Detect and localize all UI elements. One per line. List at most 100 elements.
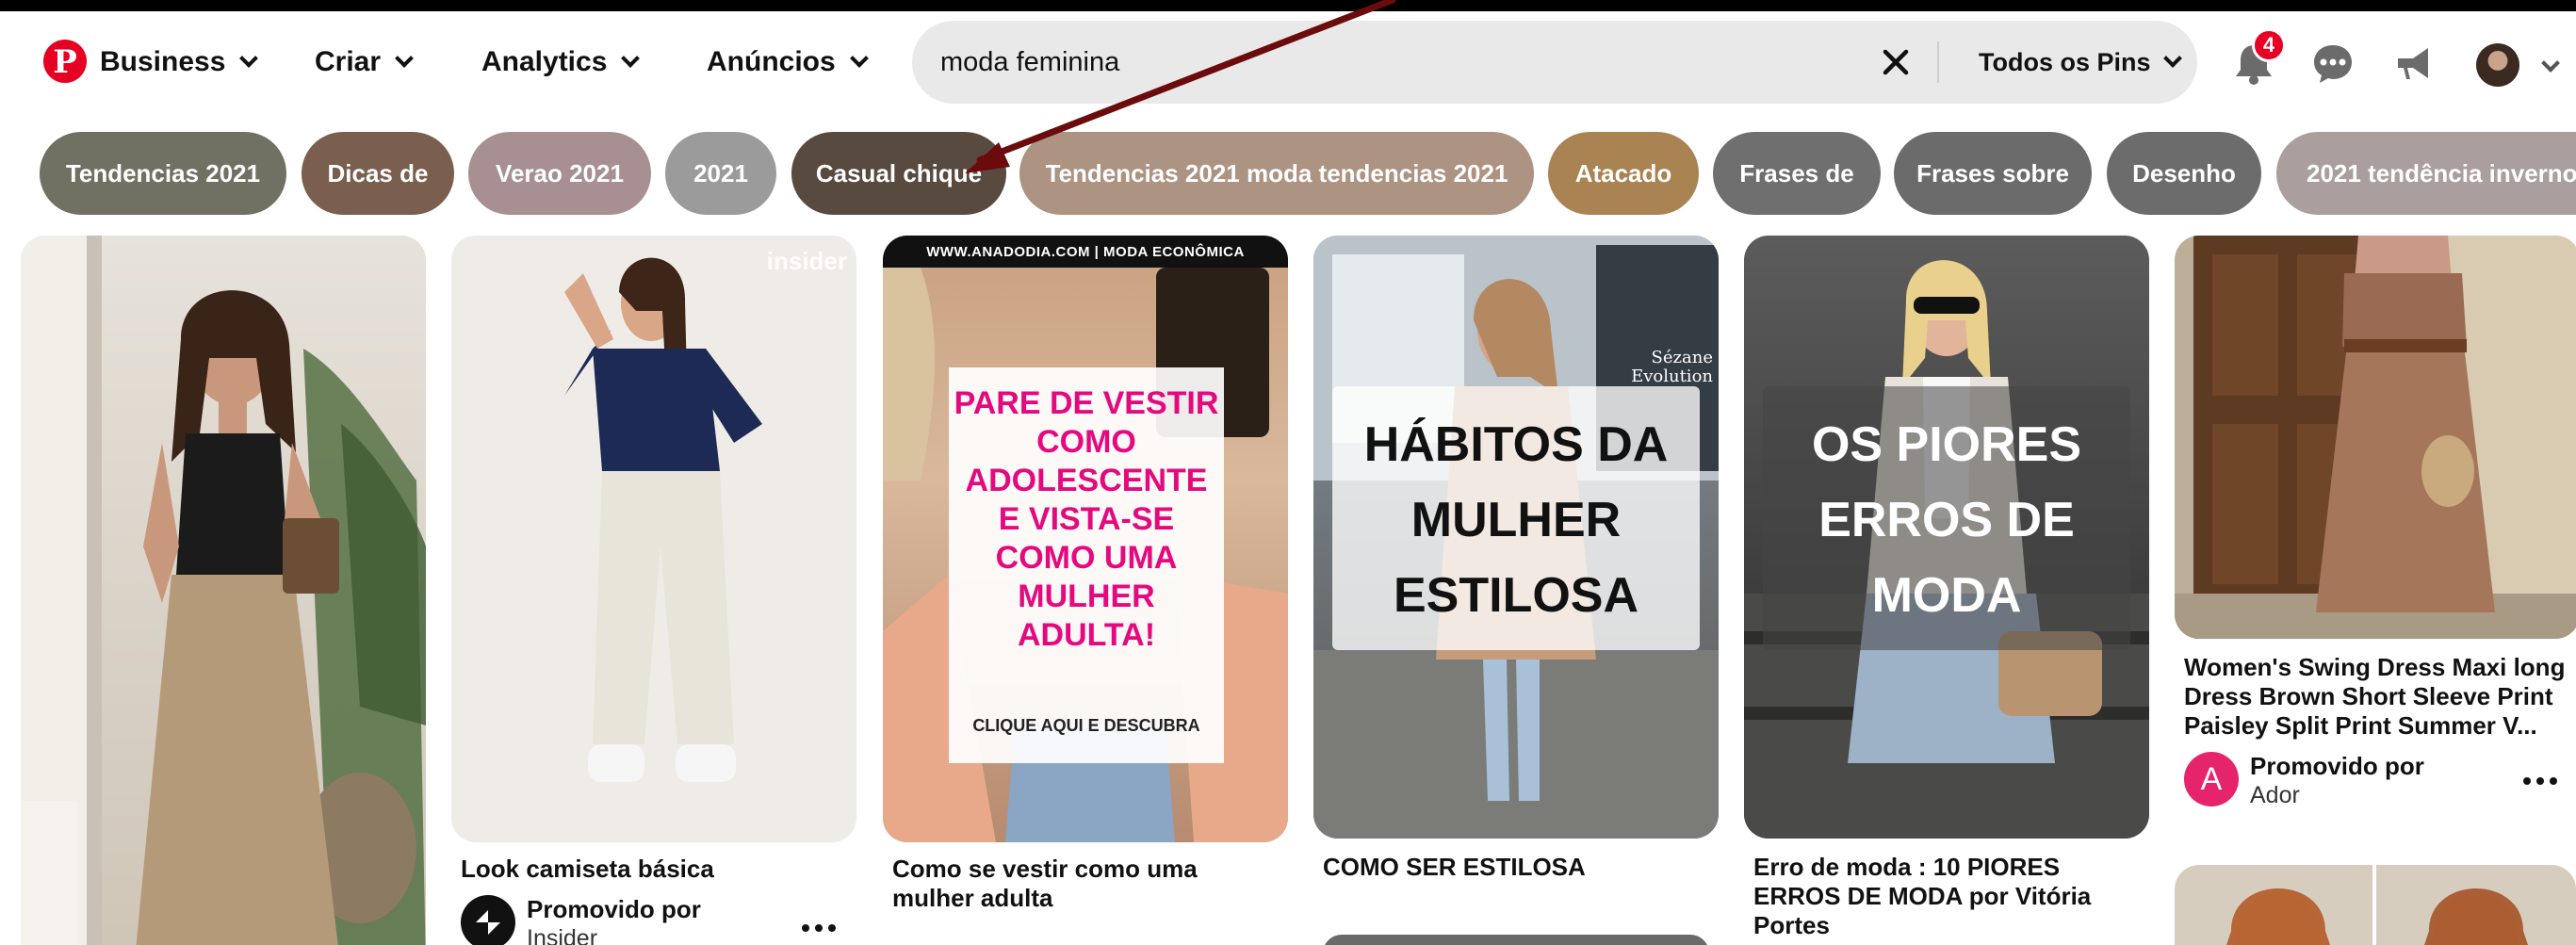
chip-tendencias-2021-moda[interactable]: Tendencias 2021 moda tendencias 2021 [1019,132,1534,215]
chat-bubble-icon [2314,45,2352,83]
pin-filter-label: Todos os Pins [1979,47,2151,76]
chip-desenho[interactable]: Desenho [2107,132,2261,215]
search-divider [1937,41,1939,83]
pin-image[interactable]: Sézane Evolution HÁBITOS DA MULHER ESTIL… [1313,236,1719,839]
nav-business-menu[interactable]: Business [100,38,259,87]
more-options-icon[interactable] [2523,775,2557,787]
advertiser-name: Ador [2250,782,2300,808]
chevron-down-icon [2162,49,2182,68]
insider-watermark: insider [766,247,847,275]
overlay-cta: CLIQUE AQUI E DESCUBRA [972,716,1200,735]
nav-criar-menu[interactable]: Criar [315,38,414,87]
overlay-line: E VISTA-SE [998,501,1175,537]
pin-card[interactable]: insider Look camiseta básica Promovido p… [451,236,856,945]
woman-wide-leg-trousers-photo [21,236,426,945]
notification-count-badge: 4 [2252,28,2286,62]
clear-search-button[interactable] [1873,40,1918,85]
chip-atacado[interactable]: Atacado [1548,132,1699,215]
nav-business-label: Business [100,46,226,77]
chip-label: Dicas de [327,158,429,187]
chip-label: Tendencias 2021 moda tendencias 2021 [1045,158,1508,187]
pin-image[interactable]: WWW.ANADODIA.COM | MODA ECONÔMICA PARE D… [883,236,1288,842]
woman-maxi-dress-photo [2175,236,2576,639]
chip-label: Desenho [2132,158,2236,187]
advertiser-name: Insider [527,925,598,945]
accounts-chevron-down-icon[interactable] [2541,54,2560,73]
pin-title[interactable]: Look camiseta básica [461,855,847,884]
overlay-line: MULHER [1410,493,1622,547]
search-input[interactable] [940,21,1788,104]
overlay-line: MULHER [1018,578,1155,614]
promoted-by-row[interactable]: A Promovido por Ador [2184,752,2424,810]
insider-logo-icon [476,910,500,935]
profile-avatar[interactable] [2476,43,2519,87]
overlay-line: COMO UMA [995,540,1178,576]
chip-label: Casual chique [815,158,983,187]
chip-verao-2021[interactable]: Verao 2021 [468,132,651,215]
chip-tendencias-2021[interactable]: Tendencias 2021 [40,132,286,215]
next-pin-preview[interactable] [2175,865,2576,945]
insider-avatar [461,895,515,945]
messages-button[interactable] [2308,40,2357,89]
promoted-by-label: Promovido por [527,895,701,923]
top-navigation-bar: P Business Criar Analytics Anúncios Todo… [0,11,2576,117]
chip-2021[interactable]: 2021 [665,132,776,215]
chip-2021-tendencia-inverno[interactable]: 2021 tendência inverno [2276,132,2576,215]
chip-label: Verao 2021 [496,158,624,187]
pin-card[interactable] [21,236,426,945]
woman-navy-tshirt-photo [564,257,762,782]
nav-analytics-menu[interactable]: Analytics [481,38,641,87]
related-searches-bar: Tendencias 2021 Dicas de Verao 2021 2021… [0,132,2576,217]
text-overlay-card: PARE DE VESTIR COMO ADOLESCENTE E VISTA-… [949,367,1224,763]
overlay-line: COMO [1036,424,1136,460]
chevron-down-icon [849,49,869,68]
overlay-line: ADULTA! [1017,617,1156,653]
chip-label: Atacado [1574,158,1672,187]
overlay-line: HÁBITOS DA [1363,417,1669,472]
nav-anuncios-menu[interactable]: Anúncios [707,38,869,87]
chevron-down-icon [395,49,414,68]
overlay-line: MODA [1871,568,2022,623]
chevron-down-icon [621,49,641,68]
nav-criar-label: Criar [315,46,382,77]
promoted-by-row[interactable]: Promovido por Insider [461,895,701,945]
pin-card[interactable]: OS PIORES ERROS DE MODA Erro de moda : 1… [1744,236,2149,945]
pin-image[interactable]: OS PIORES ERROS DE MODA [1744,236,2149,839]
chip-label: Frases sobre [1916,158,2069,187]
chip-dicas-de[interactable]: Dicas de [302,132,454,215]
megaphone-icon [2398,48,2428,79]
nav-analytics-label: Analytics [481,46,608,77]
pin-title[interactable]: Como se vestir como uma mulher adulta [892,855,1279,913]
two-women-photo [2175,865,2576,945]
pin-filter-dropdown[interactable]: Todos os Pins [1979,21,2182,104]
pinterest-logo[interactable]: P [43,40,87,83]
pin-image[interactable] [2175,236,2576,639]
chip-label: 2021 tendência inverno [2307,158,2576,187]
text-overlay-card: HÁBITOS DA MULHER ESTILOSA [1332,386,1700,650]
chip-frases-de[interactable]: Frases de [1713,132,1881,215]
pin-card[interactable]: Sézane Evolution HÁBITOS DA MULHER ESTIL… [1313,236,1719,945]
updates-button[interactable] [2389,40,2438,89]
pin-card[interactable]: Women's Swing Dress Maxi long Dress Brow… [2175,236,2576,945]
overlay-line: OS PIORES [1811,417,2082,472]
overlay-line: ERROS DE [1818,493,2075,547]
pin-title[interactable]: Women's Swing Dress Maxi long Dress Brow… [2184,653,2576,741]
next-pin-preview[interactable] [1323,935,1709,945]
pin-image[interactable] [21,236,426,945]
pin-image[interactable]: insider [451,236,856,842]
overlay-headline: PARE DE VESTIR COMO ADOLESCENTE E VISTA-… [949,384,1224,655]
more-options-icon[interactable] [802,922,836,934]
pin-title[interactable]: Erro de moda : 10 PIORES ERROS DE MODA p… [1753,853,2140,940]
chip-label: Tendencias 2021 [65,158,261,187]
chip-frases-sobre[interactable]: Frases sobre [1894,132,2092,215]
close-icon [1883,49,1909,75]
pin-title[interactable]: COMO SER ESTILOSA [1323,853,1709,882]
pin-card[interactable]: WWW.ANADODIA.COM | MODA ECONÔMICA PARE D… [883,236,1288,945]
promoted-by-label: Promovido por [2250,752,2424,780]
top-black-strip [0,0,2576,11]
overlay-line: PARE DE VESTIR [954,385,1219,421]
chip-label: 2021 [693,158,748,187]
pinterest-logo-letter: P [53,43,77,81]
chip-casual-chique[interactable]: Casual chique [791,132,1006,215]
overlay-headline: OS PIORES ERROS DE MODA [1763,407,2130,633]
